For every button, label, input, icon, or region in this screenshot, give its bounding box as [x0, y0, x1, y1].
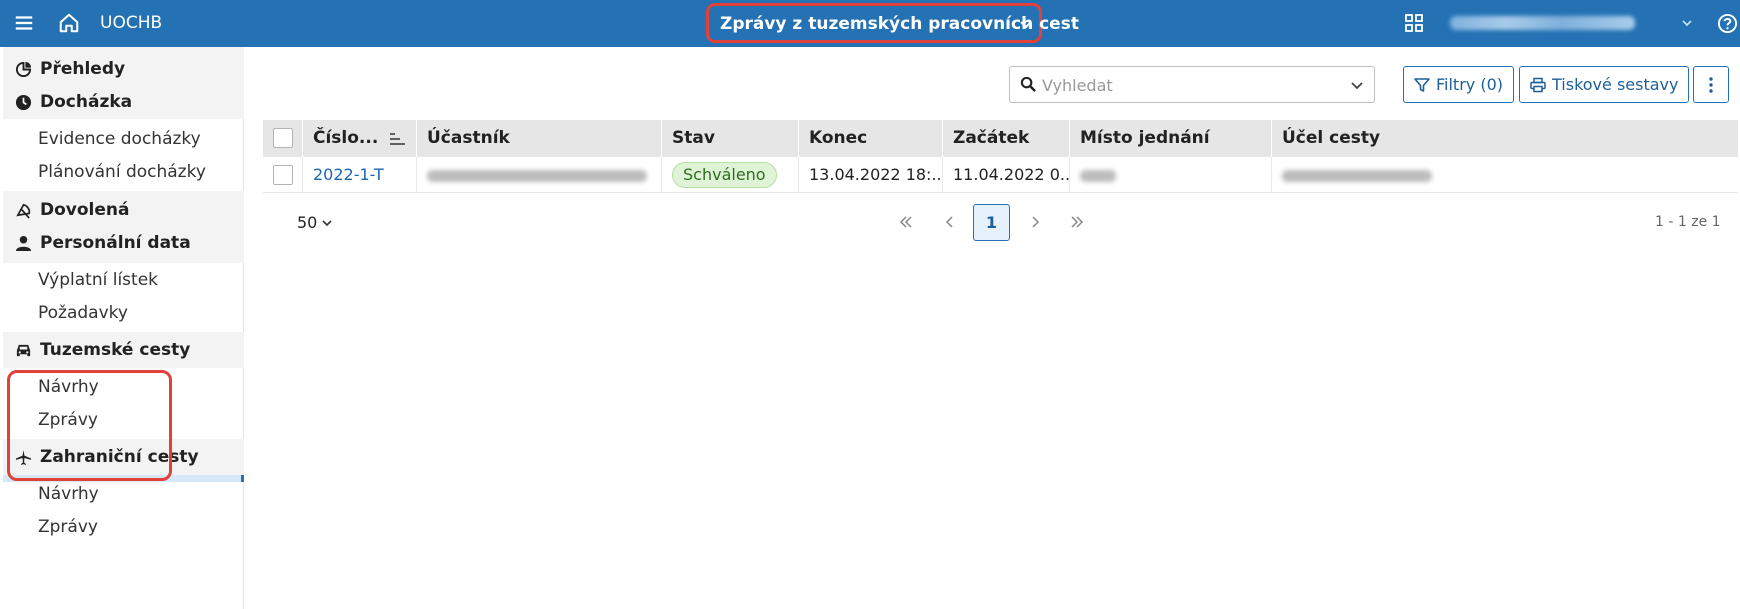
- sidebar-highlight-tuzemske: [7, 370, 172, 481]
- filters-button[interactable]: Filtry (0): [1403, 66, 1514, 103]
- last-page-icon[interactable]: [1068, 213, 1086, 231]
- chevron-down-icon[interactable]: [1018, 16, 1034, 32]
- apps-grid-icon[interactable]: [1405, 14, 1423, 32]
- sidebar-item-dovolena[interactable]: Dovolená: [15, 200, 129, 220]
- sidebar-item-tuzemske-cesty[interactable]: Tuzemské cesty: [15, 340, 190, 360]
- filter-icon: [1414, 77, 1430, 92]
- more-vertical-icon: [1709, 76, 1713, 93]
- select-all-cell: [263, 120, 303, 157]
- brand-link[interactable]: UOCHB: [100, 13, 162, 33]
- sidebar-item-evidence-dochazky[interactable]: Evidence docházky: [38, 129, 201, 149]
- printer-icon: [1530, 77, 1546, 92]
- sidebar-item-dochazka[interactable]: Docházka: [15, 92, 132, 112]
- help-icon[interactable]: [1717, 13, 1738, 34]
- first-page-icon[interactable]: [897, 213, 915, 231]
- sidebar-item-personalni-data[interactable]: Personální data: [15, 233, 191, 253]
- sidebar-item-pozadavky[interactable]: Požadavky: [38, 303, 128, 323]
- participant-redacted: [427, 169, 647, 182]
- purpose-redacted: [1282, 169, 1432, 182]
- search-icon: [1020, 76, 1036, 92]
- column-header-cislo[interactable]: Číslo...: [303, 120, 417, 157]
- row-ucel-cesty: [1272, 157, 1738, 193]
- place-redacted: [1080, 169, 1116, 182]
- sidebar-item-vyplatni-listek[interactable]: Výplatní lístek: [38, 270, 158, 290]
- row-cislo-link[interactable]: 2022-1-T: [303, 157, 417, 193]
- sidebar-item-zahranicni-zpravy[interactable]: Zprávy: [38, 517, 98, 537]
- previous-page-icon[interactable]: [941, 213, 959, 231]
- table-header: Číslo... Účastník Stav Konec Začátek Mís…: [263, 120, 1738, 157]
- column-header-misto-jednani[interactable]: Místo jednání: [1070, 120, 1272, 157]
- sort-icon[interactable]: [389, 132, 405, 146]
- sidebar-item-zahranicni-navrhy[interactable]: Návrhy: [38, 484, 99, 504]
- user-name-redacted[interactable]: [1450, 16, 1635, 30]
- hamburger-menu-icon[interactable]: [13, 12, 35, 34]
- row-zacatek: 11.04.2022 0...: [943, 157, 1070, 193]
- current-page-button[interactable]: 1: [973, 204, 1010, 241]
- car-icon: [16, 344, 31, 356]
- row-select-cell: [263, 157, 303, 193]
- row-konec: 13.04.2022 18:...: [799, 157, 943, 193]
- sidebar-item-prehledy[interactable]: Přehledy: [15, 59, 125, 79]
- table-row[interactable]: 2022-1-T Schváleno 13.04.2022 18:... 11.…: [263, 157, 1738, 193]
- person-icon: [15, 235, 32, 251]
- column-header-ucastnik[interactable]: Účastník: [417, 120, 662, 157]
- pie-chart-icon: [15, 61, 32, 77]
- user-chevron-down-icon[interactable]: [1681, 17, 1693, 29]
- beach-umbrella-icon: [16, 203, 31, 219]
- chevron-down-icon[interactable]: [1350, 78, 1364, 92]
- next-page-icon[interactable]: [1026, 213, 1044, 231]
- select-all-checkbox[interactable]: [273, 128, 293, 148]
- more-options-button[interactable]: [1693, 66, 1729, 103]
- search-combobox[interactable]: [1009, 66, 1375, 103]
- clock-icon: [15, 94, 32, 110]
- chevron-down-icon: [322, 219, 332, 226]
- row-checkbox[interactable]: [273, 165, 293, 185]
- status-badge: Schváleno: [672, 162, 777, 188]
- search-input[interactable]: [1042, 71, 1342, 99]
- column-header-stav[interactable]: Stav: [662, 120, 799, 157]
- record-count: 1 - 1 ze 1: [1655, 214, 1721, 230]
- column-header-ucel-cesty[interactable]: Účel cesty: [1272, 120, 1738, 157]
- print-reports-button[interactable]: Tiskové sestavy: [1519, 66, 1690, 103]
- column-header-zacatek[interactable]: Začátek: [943, 120, 1070, 157]
- top-bar: UOCHB Zprávy z tuzemských pracovních ces…: [0, 0, 1740, 47]
- row-misto-jednani: [1070, 157, 1272, 193]
- row-stav: Schváleno: [662, 157, 799, 193]
- home-icon[interactable]: [58, 12, 80, 34]
- column-header-konec[interactable]: Konec: [799, 120, 943, 157]
- sidebar: Přehledy Docházka Evidence docházky Plán…: [3, 47, 244, 609]
- page-size-select[interactable]: 50: [297, 213, 333, 232]
- row-ucastnik: [417, 157, 662, 193]
- sidebar-item-planovani-dochazky[interactable]: Plánování docházky: [38, 162, 206, 182]
